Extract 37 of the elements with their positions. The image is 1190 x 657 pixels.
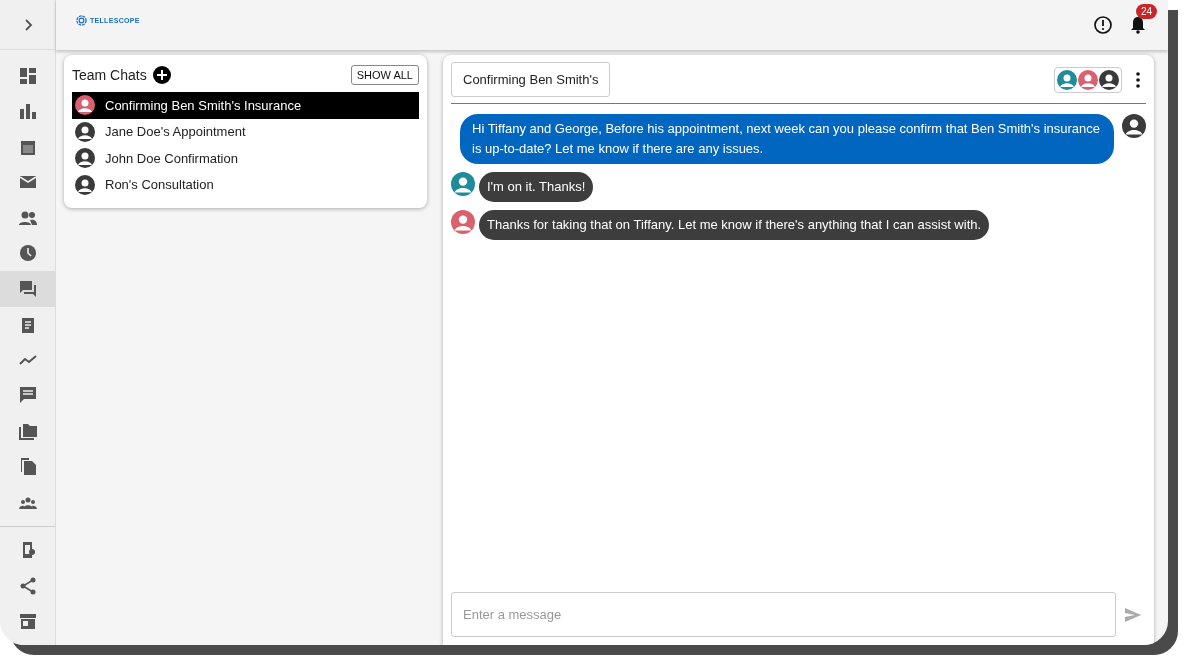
more-options-button[interactable] [1136, 71, 1140, 88]
chat-title: Jane Doe's Appointment [105, 124, 246, 140]
message-bubble: I'm on it. Thanks! [479, 172, 594, 202]
send-icon [1125, 607, 1141, 622]
clock-icon [18, 244, 37, 263]
chat-title-field: Confirming Ben Smith's [451, 62, 611, 97]
share-icon [18, 576, 37, 595]
notification-count: 24 [1136, 4, 1158, 19]
alert-icon [1094, 16, 1112, 34]
alert-button[interactable] [1094, 16, 1112, 34]
dashboard-icon [18, 66, 37, 85]
chat-list-item[interactable]: John Doe Confirmation [72, 145, 419, 172]
logo-icon [76, 14, 87, 26]
show-all-button[interactable]: SHOW ALL [350, 65, 419, 85]
sidebar-item[interactable] [0, 271, 55, 307]
message-bubble: Hi Tiffany and George, Before his appointment, next week can you please confirm that Ben Smith's insurance is up-to-date? Let me know if there are any issues. [460, 114, 1114, 164]
message-bubble: Thanks for taking that on Tiffany. Let me know if there's anything that I can assist with. [479, 210, 990, 240]
team-chats-title: Team Chats [72, 67, 147, 83]
document-icon [18, 457, 37, 476]
notifications-button[interactable] [1130, 16, 1146, 34]
add-chat-button[interactable] [152, 66, 171, 84]
bell-icon [1130, 16, 1146, 34]
more-icon [1136, 71, 1140, 88]
storefront-icon [18, 612, 37, 631]
chat-list-item[interactable]: Ron's Consultation [72, 171, 419, 198]
plus-icon [152, 66, 171, 84]
message-icon [18, 386, 37, 405]
message-input[interactable]: Enter a message [451, 592, 1116, 637]
chat-title: John Doe Confirmation [105, 150, 238, 166]
chat-list-item[interactable]: Jane Doe's Appointment [72, 118, 419, 145]
participants-group[interactable] [1054, 66, 1122, 93]
chat-icon [18, 279, 37, 298]
folder-icon [18, 421, 37, 440]
chat-title: Confirming Ben Smith's Insurance [105, 97, 302, 113]
bar-chart-icon [18, 102, 37, 121]
chat-list-item[interactable]: Confirming Ben Smith's Insurance [72, 92, 419, 119]
chat-title: Ron's Consultation [105, 177, 214, 193]
